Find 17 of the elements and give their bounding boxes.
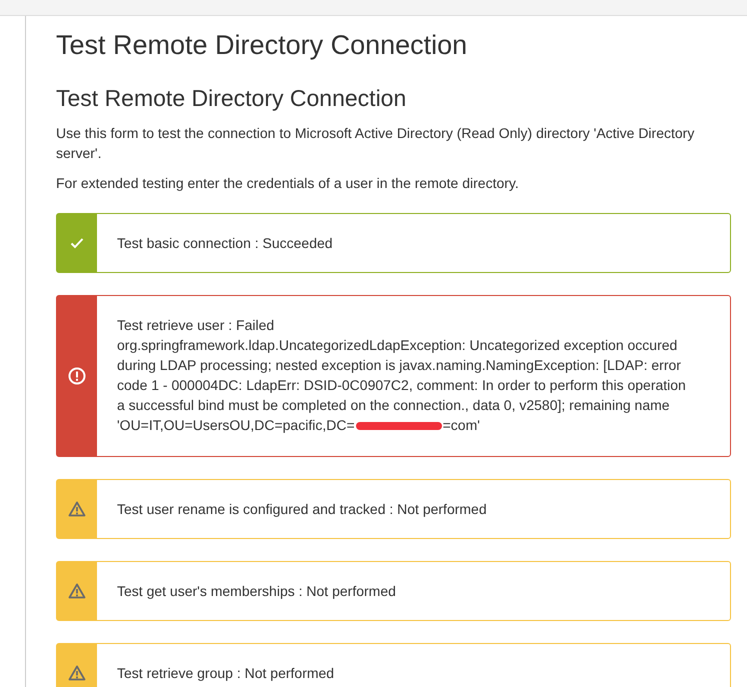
result-message: Test retrieve group : Not performed [117, 664, 336, 683]
error-detail: 'OU=IT,OU=UsersOU,DC=pacific,DC= [117, 417, 355, 433]
result-message: Test user rename is configured and tracked : Not performed [117, 500, 488, 519]
warning-icon [68, 665, 86, 681]
section-title: Test Remote Directory Connection [56, 84, 408, 113]
result-message: Test retrieve user : Failed [117, 316, 276, 335]
error-detail: =com' [442, 417, 480, 433]
result-message: Test get user's memberships : Not performed [117, 582, 397, 601]
exclamation-circle-icon [68, 367, 86, 385]
warning-icon [68, 583, 86, 599]
error-detail: org.springframework.ldap.UncategorizedLdapException: Uncategorized exception occured during LDAP processing; nested exception is javax.naming.NamingException: [LDAP: error code 1 - 000004DC: LdapErr: DSID-0C0907C2, comment: In order to perform this operation a successful bind must be completed on the connection., data 0, v2580]; remaining name [117, 336, 687, 415]
intro-text: For extended testing enter the credentials of a user in the remote directory. [56, 174, 520, 193]
warning-icon [68, 501, 86, 517]
page-title: Test Remote Directory Connection [56, 29, 468, 62]
result-message: Test basic connection : Succeeded [117, 234, 334, 253]
intro-text: Use this form to test the connection to Microsoft Active Directory (Read Only) directory 'Active Directory server'. [56, 124, 696, 163]
check-icon [70, 237, 84, 249]
